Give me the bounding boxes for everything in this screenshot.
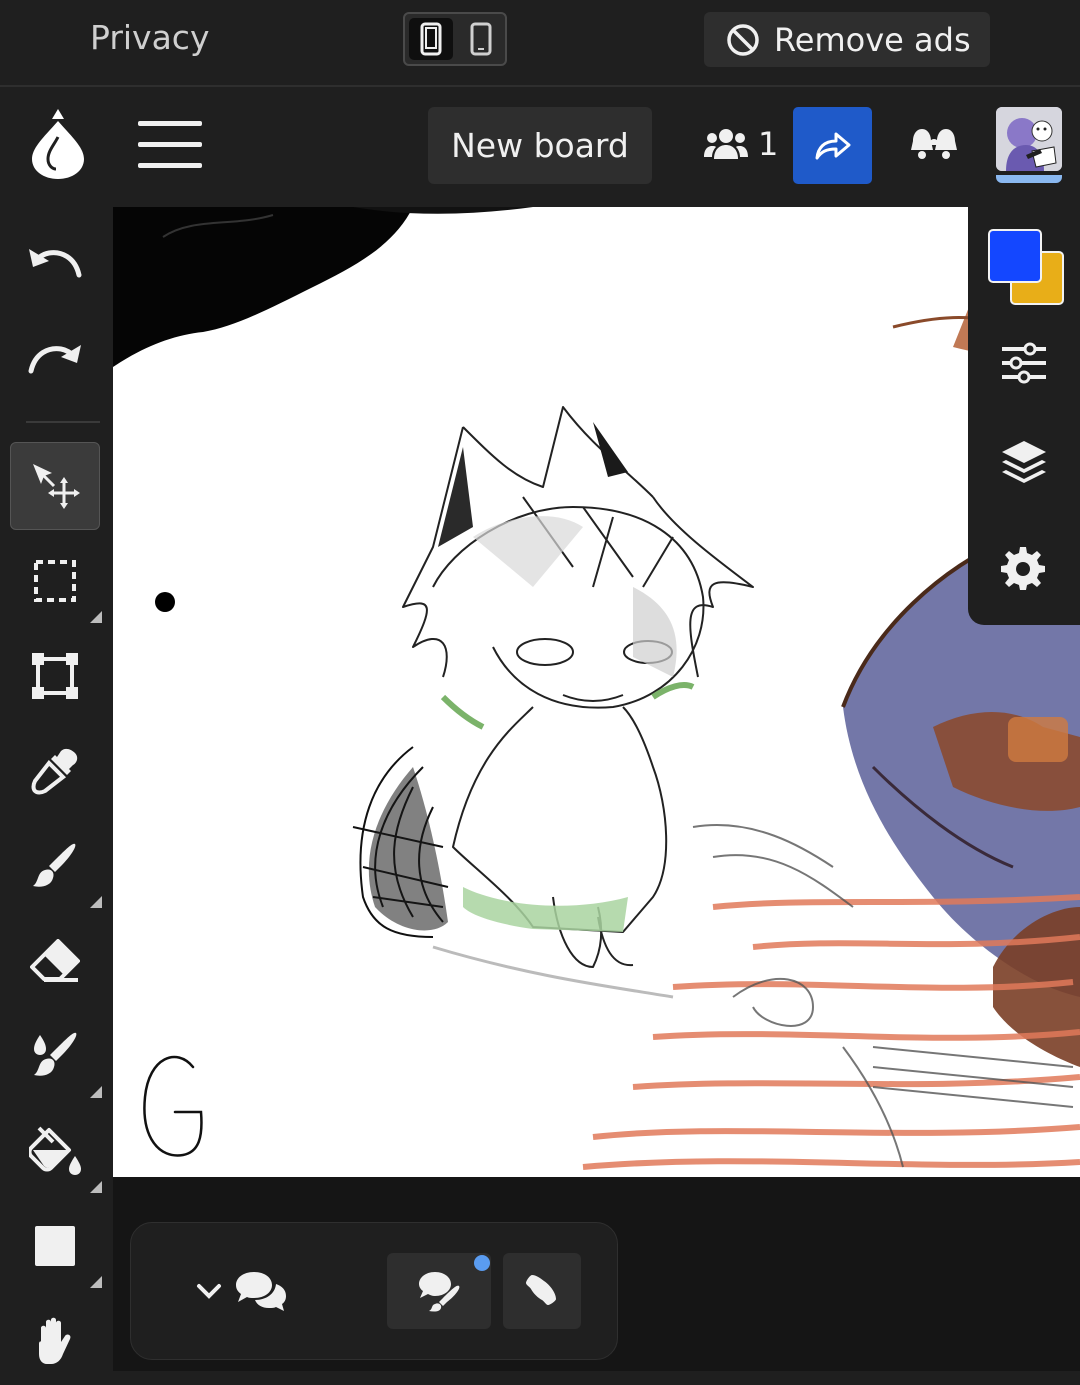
undo-icon	[29, 249, 82, 278]
submenu-indicator	[90, 1276, 102, 1288]
submenu-indicator	[90, 1181, 102, 1193]
undo-button[interactable]	[10, 217, 100, 305]
app-header: New board 1	[0, 87, 1080, 207]
bells-icon	[911, 129, 957, 159]
share-button[interactable]	[793, 107, 872, 184]
no-ads-icon	[727, 23, 759, 56]
rect-select-icon	[34, 560, 76, 602]
signature-g	[143, 1055, 203, 1157]
submenu-indicator	[90, 611, 102, 623]
chevron-down-icon	[197, 1284, 221, 1299]
hamburger-icon	[138, 121, 202, 168]
avatar-image	[996, 107, 1062, 171]
users-count: 1	[758, 125, 779, 163]
tool-sidebar	[0, 207, 112, 1371]
eyedropper-icon	[31, 748, 78, 795]
tablet-icon	[420, 22, 442, 56]
share-arrow-icon	[815, 132, 850, 159]
adjustments-button[interactable]	[1000, 341, 1048, 385]
gear-icon	[1001, 547, 1045, 590]
fill-bucket-icon	[29, 1126, 81, 1175]
redo-icon	[28, 345, 81, 374]
sliders-icon	[1002, 342, 1046, 384]
brush-tool[interactable]	[10, 822, 102, 910]
avatar-status-bar	[996, 175, 1062, 183]
top-bar: Privacy Remove ads	[0, 0, 1080, 87]
blend-brush-icon	[34, 1032, 77, 1076]
chat-dock	[130, 1222, 618, 1360]
privacy-link[interactable]: Privacy	[90, 18, 209, 57]
chat-bubbles-icon	[236, 1272, 286, 1311]
hand-icon	[39, 1317, 71, 1364]
transform-icon	[32, 653, 78, 699]
main-menu-button[interactable]	[138, 119, 204, 171]
shape-icon	[35, 1226, 75, 1266]
users-icon	[704, 129, 748, 159]
canvas-artwork	[113, 207, 1080, 1170]
submenu-indicator	[90, 896, 102, 908]
submenu-indicator	[90, 1086, 102, 1098]
remove-ads-label: Remove ads	[774, 20, 971, 59]
drop-logo-icon	[32, 109, 84, 179]
remove-ads-button[interactable]: Remove ads	[704, 12, 990, 67]
phone-icon	[470, 22, 492, 56]
blend-brush-tool[interactable]	[10, 1012, 102, 1100]
notification-dot	[474, 1255, 490, 1271]
toolbar-divider	[26, 421, 100, 423]
right-panel	[968, 207, 1080, 625]
move-select-icon	[33, 464, 80, 509]
eraser-tool[interactable]	[10, 917, 100, 1005]
phone-call-icon	[526, 1275, 556, 1305]
new-board-button[interactable]: New board	[428, 107, 652, 184]
phone-view-button[interactable]	[459, 18, 503, 60]
layers-button[interactable]	[1000, 439, 1048, 487]
chat-toggle-button[interactable]	[187, 1263, 297, 1319]
user-avatar[interactable]	[996, 107, 1062, 171]
layers-icon	[1002, 441, 1046, 483]
brush-icon	[33, 843, 76, 887]
primary-color-swatch[interactable]	[988, 229, 1042, 283]
device-toggle[interactable]	[403, 12, 507, 66]
hand-tool[interactable]	[10, 1297, 100, 1385]
settings-button[interactable]	[1000, 545, 1046, 591]
move-select-tool[interactable]	[10, 442, 100, 530]
app-logo[interactable]	[30, 107, 86, 181]
tablet-view-button[interactable]	[409, 18, 453, 60]
eyedropper-tool[interactable]	[10, 727, 100, 815]
redo-button[interactable]	[10, 313, 100, 401]
fill-bucket-tool[interactable]	[10, 1107, 102, 1195]
voice-call-button[interactable]	[503, 1253, 581, 1329]
users-online[interactable]: 1	[704, 125, 778, 163]
rect-select-tool[interactable]	[10, 537, 102, 625]
chat-brush-icon	[419, 1272, 460, 1312]
eraser-icon	[30, 939, 80, 982]
drawing-canvas[interactable]	[113, 207, 1080, 1177]
transform-tool[interactable]	[10, 632, 100, 720]
notifications-button[interactable]	[908, 123, 960, 163]
shape-tool[interactable]	[10, 1202, 102, 1290]
